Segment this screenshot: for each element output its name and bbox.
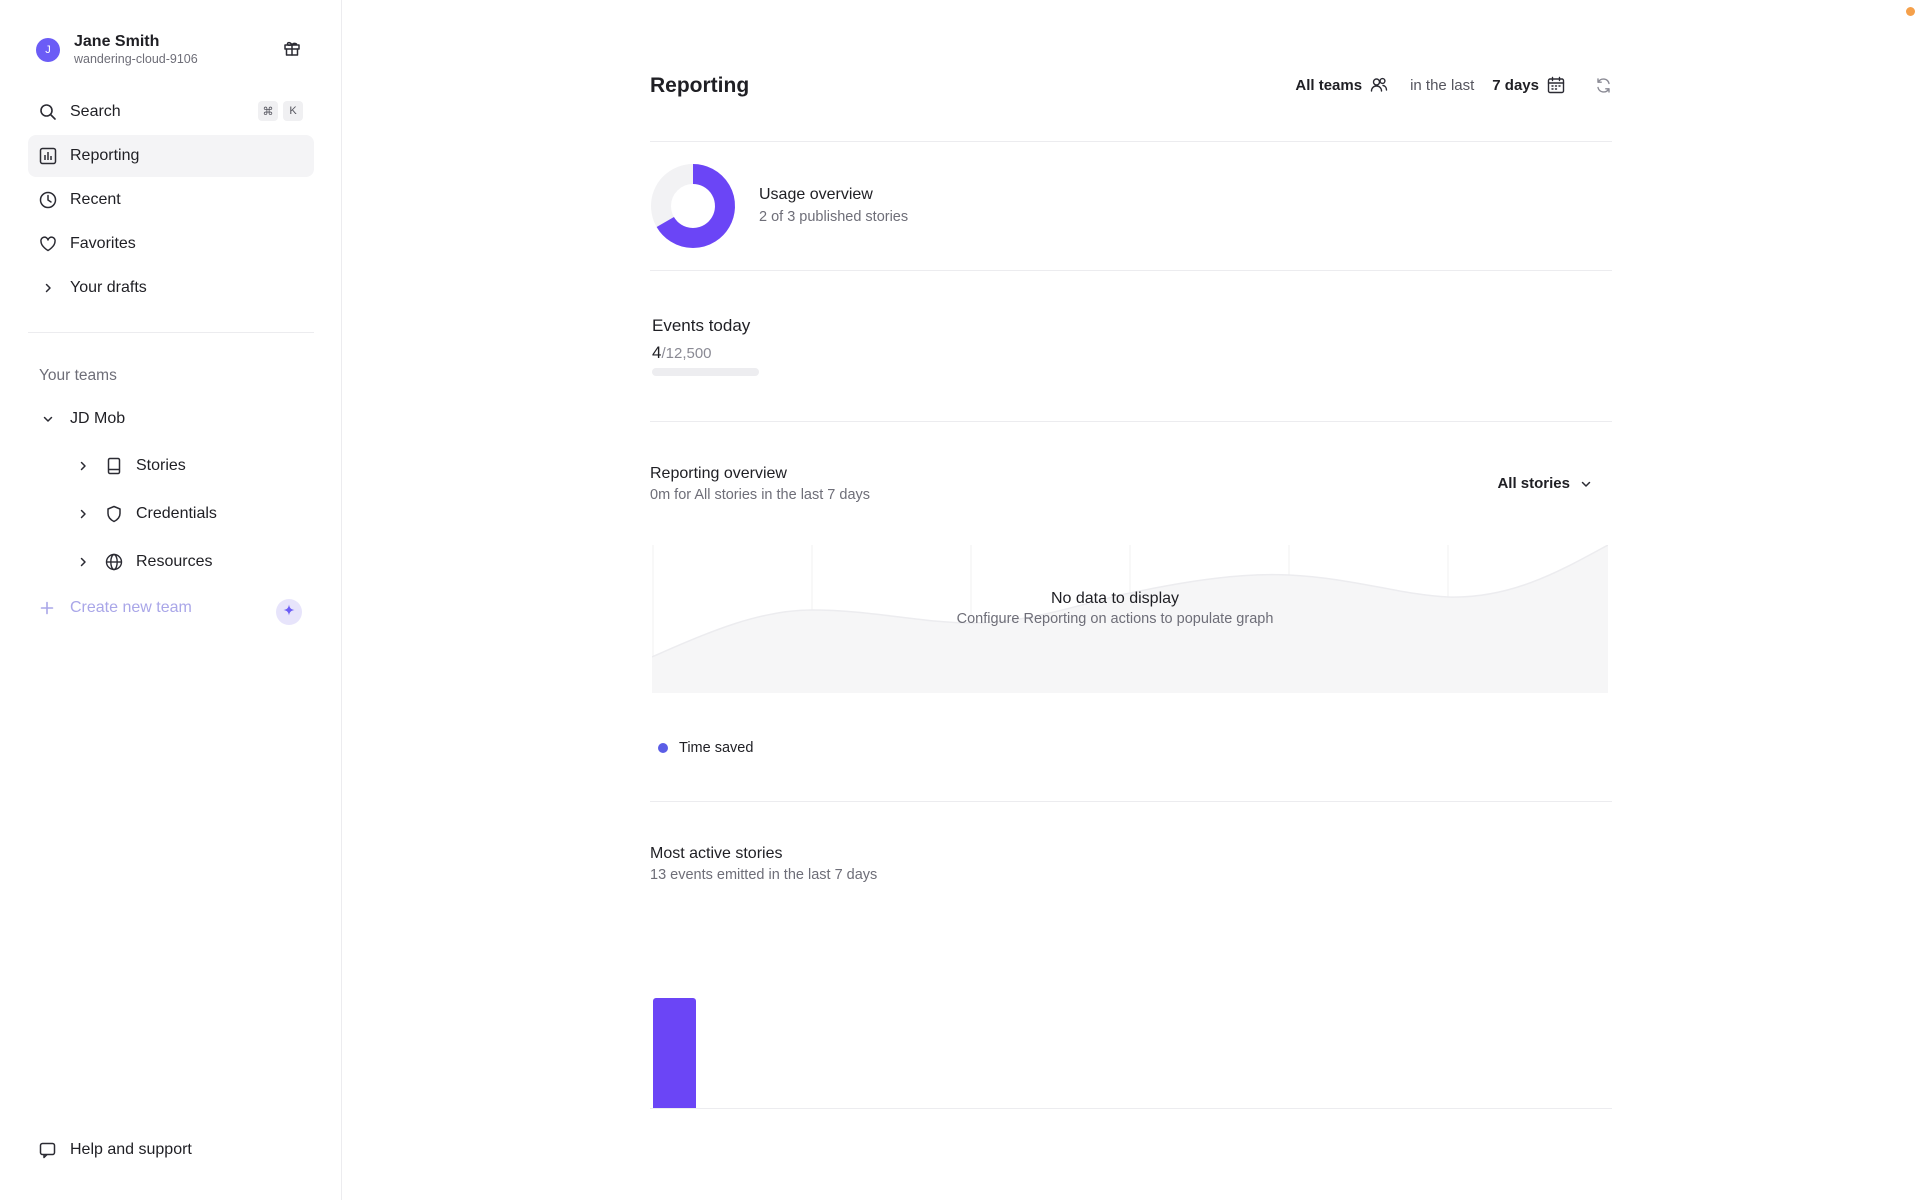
- sidebar: J Jane Smith wandering-cloud-9106 Search…: [0, 0, 342, 1200]
- sidebar-item-favorites[interactable]: Favorites: [28, 223, 314, 265]
- section-divider: [650, 421, 1612, 422]
- book-icon: [104, 456, 124, 476]
- shortcut-key-k: K: [283, 101, 303, 121]
- empty-state: No data to display Configure Reporting o…: [935, 590, 1295, 628]
- events-today-title: Events today: [652, 316, 751, 335]
- chevron-down-icon[interactable]: [38, 409, 58, 429]
- search-icon: [38, 102, 58, 122]
- sidebar-item-reporting[interactable]: Reporting: [28, 135, 314, 177]
- most-active-stories-title: Most active stories: [650, 845, 783, 862]
- sidebar-item-label: Favorites: [70, 235, 136, 252]
- chevron-right-icon[interactable]: [76, 460, 90, 472]
- team-item-label: Stories: [136, 457, 186, 474]
- sparkle-icon: [283, 603, 295, 621]
- help-label: Help and support: [70, 1141, 192, 1158]
- ai-sparkle-button[interactable]: [276, 599, 302, 625]
- range-prefix: in the last: [1410, 76, 1475, 94]
- events-count-max: /12,500: [661, 345, 712, 362]
- section-divider: [650, 141, 1612, 142]
- empty-state-title: No data to display: [1050, 590, 1180, 607]
- sidebar-item-recent[interactable]: Recent: [28, 179, 314, 221]
- create-new-team-button[interactable]: Create new team: [38, 599, 192, 617]
- team-item-label: Credentials: [136, 505, 217, 522]
- globe-icon: [104, 552, 124, 572]
- bar-chart-icon: [38, 146, 58, 166]
- user-name: Jane Smith: [74, 33, 160, 50]
- legend-dot: [658, 743, 668, 753]
- section-divider: [650, 801, 1612, 802]
- date-range-filter[interactable]: 7 days: [1492, 77, 1539, 94]
- sidebar-item-your-drafts[interactable]: Your drafts: [28, 267, 314, 309]
- main-content: Reporting All teams in the last 7 days U…: [650, 0, 1612, 1200]
- avatar: J: [36, 37, 60, 62]
- create-team-label: Create new team: [70, 599, 192, 616]
- user-handle: wandering-cloud-9106: [74, 52, 198, 66]
- events-progress-bar: [652, 368, 759, 376]
- gift-icon[interactable]: [282, 38, 302, 58]
- chevron-right-icon[interactable]: [76, 508, 90, 520]
- teams-filter[interactable]: All teams: [1295, 77, 1362, 94]
- notification-dot: [1906, 7, 1915, 16]
- legend-label: Time saved: [679, 740, 754, 756]
- team-item-stories[interactable]: Stories: [76, 448, 186, 484]
- sidebar-item-label: Search: [70, 103, 121, 120]
- team-item-label: Resources: [136, 553, 213, 570]
- team-name: JD Mob: [70, 410, 126, 427]
- usage-overview-title: Usage overview: [759, 186, 873, 203]
- team-item-resources[interactable]: Resources: [76, 544, 212, 580]
- calendar-icon[interactable]: [1547, 76, 1565, 94]
- usage-donut-chart: [651, 164, 735, 248]
- heart-icon: [38, 234, 58, 254]
- most-active-stories-chart: [650, 998, 1612, 1109]
- your-teams-heading: Your teams: [39, 367, 117, 384]
- story-bar-base: [653, 1070, 696, 1108]
- user-profile[interactable]: J Jane Smith wandering-cloud-9106: [36, 32, 198, 67]
- refresh-icon[interactable]: [1595, 77, 1612, 94]
- chevron-right-icon[interactable]: [76, 556, 90, 568]
- usage-overview-subtitle: 2 of 3 published stories: [759, 209, 909, 225]
- most-active-stories-subtitle: 13 events emitted in the last 7 days: [650, 867, 878, 883]
- sidebar-item-label: Recent: [70, 191, 121, 208]
- sidebar-item-label: Reporting: [70, 147, 140, 164]
- clock-icon: [38, 190, 58, 210]
- shield-icon: [104, 504, 124, 524]
- section-divider: [650, 270, 1612, 271]
- reporting-overview-title: Reporting overview: [650, 465, 787, 482]
- help-icon: [38, 1141, 56, 1159]
- page-title: Reporting: [650, 74, 750, 97]
- sidebar-divider: [28, 332, 314, 333]
- users-icon[interactable]: [1370, 76, 1388, 94]
- team-item-credentials[interactable]: Credentials: [76, 496, 217, 532]
- help-and-support-link[interactable]: Help and support: [38, 1141, 192, 1159]
- plus-icon: [38, 599, 56, 617]
- events-count: 4/12,500: [652, 343, 712, 363]
- chevron-down-icon: [1580, 478, 1592, 490]
- shortcut-key-cmd: ⌘: [258, 101, 278, 121]
- report-filters: All teams in the last 7 days: [1295, 76, 1612, 94]
- team-jd-mob[interactable]: JD Mob: [28, 398, 314, 440]
- sidebar-item-label: Your drafts: [70, 279, 147, 296]
- reporting-overview-subtitle: 0m for All stories in the last 7 days: [650, 487, 871, 503]
- chevron-right-icon[interactable]: [38, 278, 58, 298]
- stories-filter-dropdown[interactable]: All stories: [1497, 475, 1592, 492]
- empty-state-subtitle: Configure Reporting on actions to popula…: [956, 611, 1274, 627]
- chart-legend: Time saved: [658, 740, 753, 756]
- stories-filter-label: All stories: [1497, 475, 1570, 492]
